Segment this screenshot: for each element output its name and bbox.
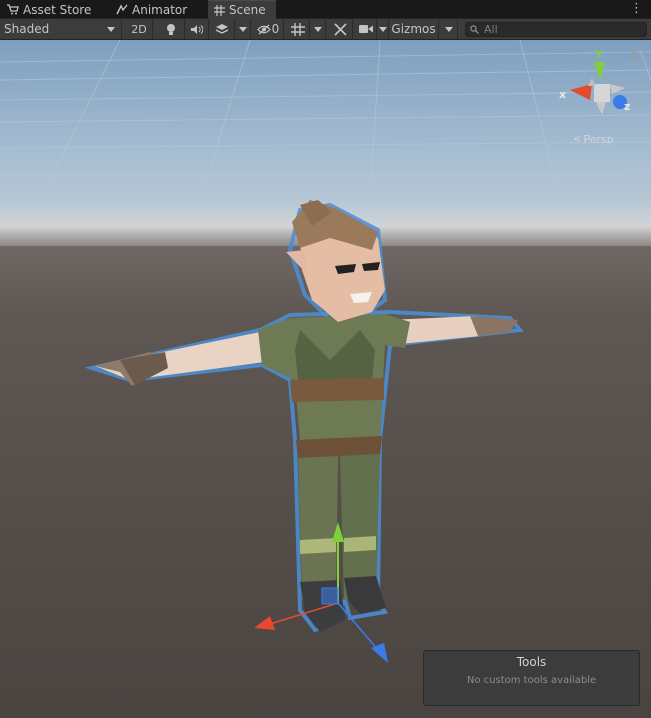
hidden-eye-icon (256, 24, 271, 34)
tools-overlay-panel[interactable]: Tools No custom tools available (423, 650, 640, 706)
crossed-tools-icon (333, 22, 347, 36)
tab-scene[interactable]: Scene (208, 0, 276, 19)
gizmos-label: Gizmos (391, 22, 436, 36)
search-icon (470, 25, 479, 34)
tab-label: Animator (132, 2, 188, 17)
window-tab-bar: Asset Store Animator Scene ⋮ (0, 0, 651, 19)
search-input[interactable]: All (465, 22, 647, 37)
effects-toggle[interactable] (209, 19, 235, 39)
tools-overlay-subtitle: No custom tools available (466, 675, 597, 686)
gizmo-z-label: z (624, 100, 631, 113)
perspective-icon: < (573, 134, 582, 145)
chevron-down-icon (378, 26, 387, 32)
search-placeholder: All (484, 23, 498, 36)
animator-icon (116, 4, 128, 15)
kebab-menu-icon[interactable]: ⋮ (630, 2, 643, 16)
chevron-down-icon (107, 26, 115, 32)
toggle-2d-label: 2D (131, 22, 147, 36)
plane-handle[interactable] (321, 587, 339, 605)
speaker-icon (191, 24, 203, 34)
tool-settings-toggle[interactable] (328, 19, 353, 39)
tab-asset-store[interactable]: Asset Store (6, 0, 106, 19)
gizmo-center-cube[interactable] (594, 84, 610, 102)
projection-toggle[interactable]: < Persp (573, 133, 614, 146)
effects-dropdown[interactable] (235, 19, 251, 39)
scene-visibility-toggle[interactable]: 0 (253, 19, 284, 39)
audio-toggle[interactable] (185, 19, 209, 39)
draw-mode-dropdown[interactable]: Shaded (0, 19, 122, 39)
chevron-down-icon (313, 26, 322, 32)
lightbulb-icon (166, 23, 175, 35)
grid-icon (290, 22, 305, 36)
gizmo-y-label: y (595, 46, 603, 59)
gizmo-x-label: x (559, 88, 567, 101)
scene-viewport[interactable]: y x z < Persp Tools No custom tools avai… (0, 40, 651, 718)
tools-overlay-title: Tools (516, 655, 547, 669)
grid-hash-icon (214, 4, 225, 16)
camera-icon (358, 25, 373, 33)
tab-label: Scene (229, 3, 266, 17)
layers-effects-icon (215, 24, 228, 34)
grid-snapping-toggle[interactable] (286, 19, 310, 39)
camera-dropdown[interactable] (377, 19, 389, 39)
chevron-down-icon (238, 26, 247, 32)
gizmos-button[interactable]: Gizmos (389, 19, 439, 39)
tab-label: Asset Store (23, 2, 92, 17)
lighting-toggle[interactable] (157, 19, 185, 39)
grid-dropdown[interactable] (310, 19, 326, 39)
shopping-cart-icon (7, 4, 19, 15)
tab-animator[interactable]: Animator (116, 0, 200, 19)
draw-mode-label: Shaded (4, 22, 50, 36)
hidden-count: 0 (271, 22, 280, 36)
chevron-down-icon (444, 26, 453, 32)
toggle-2d-button[interactable]: 2D (126, 19, 153, 39)
camera-settings-button[interactable] (355, 19, 377, 39)
projection-label: Persp (583, 133, 614, 146)
gizmos-dropdown[interactable] (440, 19, 458, 39)
